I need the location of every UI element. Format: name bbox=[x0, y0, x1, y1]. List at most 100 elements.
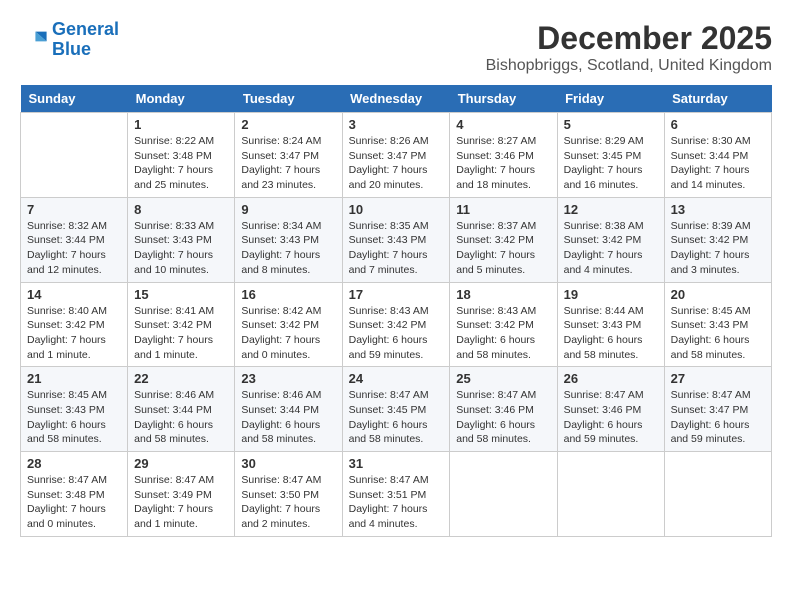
calendar-cell: 12Sunrise: 8:38 AMSunset: 3:42 PMDayligh… bbox=[557, 197, 664, 282]
cell-info: Sunrise: 8:24 AMSunset: 3:47 PMDaylight:… bbox=[241, 134, 335, 193]
cell-info: Sunrise: 8:43 AMSunset: 3:42 PMDaylight:… bbox=[456, 304, 550, 363]
logo-icon bbox=[20, 26, 48, 54]
date-number: 23 bbox=[241, 371, 335, 386]
date-number: 28 bbox=[27, 456, 121, 471]
date-number: 3 bbox=[349, 117, 444, 132]
date-number: 5 bbox=[564, 117, 658, 132]
cell-info: Sunrise: 8:45 AMSunset: 3:43 PMDaylight:… bbox=[27, 388, 121, 447]
calendar-cell: 10 Sunrise: 8:35 AMSunset: 3:43 PMDayligh… bbox=[342, 197, 450, 282]
date-number: 30 bbox=[241, 456, 335, 471]
cell-info: Sunrise: 8:47 AMSunset: 3:46 PMDaylight:… bbox=[456, 388, 550, 447]
logo-line2: Blue bbox=[52, 39, 91, 59]
cell-info: Sunrise: 8:30 AMSunset: 3:44 PMDaylight:… bbox=[671, 134, 765, 193]
calendar-cell: 18Sunrise: 8:43 AMSunset: 3:42 PMDayligh… bbox=[450, 282, 557, 367]
cell-info: Sunrise: 8:46 AMSunset: 3:44 PMDaylight:… bbox=[241, 388, 335, 447]
date-number: 4 bbox=[456, 117, 550, 132]
calendar-cell: 19Sunrise: 8:44 AMSunset: 3:43 PMDayligh… bbox=[557, 282, 664, 367]
calendar-cell: 8Sunrise: 8:33 AMSunset: 3:43 PMDaylight… bbox=[128, 197, 235, 282]
day-header-friday: Friday bbox=[557, 85, 664, 113]
location-title: Bishopbriggs, Scotland, United Kingdom bbox=[486, 57, 772, 75]
calendar-cell: 28 Sunrise: 8:47 AMSunset: 3:48 PMDayligh… bbox=[21, 452, 128, 537]
cell-info: Sunrise: 8:47 AMSunset: 3:49 PMDaylight:… bbox=[134, 473, 228, 532]
day-header-row: SundayMondayTuesdayWednesdayThursdayFrid… bbox=[21, 85, 772, 113]
date-number: 10 bbox=[349, 202, 444, 217]
calendar-cell: 4 Sunrise: 8:27 AMSunset: 3:46 PMDaylight… bbox=[450, 113, 557, 198]
cell-info: Sunrise: 8:47 AMSunset: 3:46 PMDaylight:… bbox=[564, 388, 658, 447]
cell-info: Sunrise: 8:47 AMSunset: 3:45 PMDaylight:… bbox=[349, 388, 444, 447]
cell-info: Sunrise: 8:27 AMSunset: 3:46 PMDaylight:… bbox=[456, 134, 550, 193]
date-number: 26 bbox=[564, 371, 658, 386]
date-number: 11 bbox=[456, 202, 550, 217]
calendar-cell: 21 Sunrise: 8:45 AMSunset: 3:43 PMDayligh… bbox=[21, 367, 128, 452]
calendar-cell: 6 Sunrise: 8:30 AMSunset: 3:44 PMDaylight… bbox=[664, 113, 771, 198]
day-header-sunday: Sunday bbox=[21, 85, 128, 113]
logo: General Blue bbox=[20, 20, 119, 60]
calendar-cell: 5 Sunrise: 8:29 AMSunset: 3:45 PMDaylight… bbox=[557, 113, 664, 198]
cell-info: Sunrise: 8:39 AMSunset: 3:42 PMDaylight:… bbox=[671, 219, 765, 278]
calendar-cell: 15 Sunrise: 8:41 AMSunset: 3:42 PMDayligh… bbox=[128, 282, 235, 367]
calendar-cell: 2 Sunrise: 8:24 AMSunset: 3:47 PMDaylight… bbox=[235, 113, 342, 198]
date-number: 1 bbox=[134, 117, 228, 132]
day-header-wednesday: Wednesday bbox=[342, 85, 450, 113]
cell-info: Sunrise: 8:26 AMSunset: 3:47 PMDaylight:… bbox=[349, 134, 444, 193]
date-number: 25 bbox=[456, 371, 550, 386]
calendar-week-5: 28 Sunrise: 8:47 AMSunset: 3:48 PMDayligh… bbox=[21, 452, 772, 537]
cell-info: Sunrise: 8:32 AMSunset: 3:44 PMDaylight:… bbox=[27, 219, 121, 278]
calendar-cell: 14Sunrise: 8:40 AMSunset: 3:42 PMDayligh… bbox=[21, 282, 128, 367]
cell-info: Sunrise: 8:45 AMSunset: 3:43 PMDaylight:… bbox=[671, 304, 765, 363]
calendar-cell: 29Sunrise: 8:47 AMSunset: 3:49 PMDayligh… bbox=[128, 452, 235, 537]
cell-info: Sunrise: 8:35 AMSunset: 3:43 PMDaylight:… bbox=[349, 219, 444, 278]
month-title: December 2025 bbox=[486, 20, 772, 57]
calendar-cell: 13 Sunrise: 8:39 AMSunset: 3:42 PMDayligh… bbox=[664, 197, 771, 282]
calendar-cell: 16 Sunrise: 8:42 AMSunset: 3:42 PMDayligh… bbox=[235, 282, 342, 367]
cell-info: Sunrise: 8:41 AMSunset: 3:42 PMDaylight:… bbox=[134, 304, 228, 363]
cell-info: Sunrise: 8:29 AMSunset: 3:45 PMDaylight:… bbox=[564, 134, 658, 193]
date-number: 9 bbox=[241, 202, 335, 217]
cell-info: Sunrise: 8:47 AMSunset: 3:48 PMDaylight:… bbox=[27, 473, 121, 532]
date-number: 19 bbox=[564, 287, 658, 302]
date-number: 2 bbox=[241, 117, 335, 132]
calendar-cell: 7 Sunrise: 8:32 AMSunset: 3:44 PMDaylight… bbox=[21, 197, 128, 282]
calendar-week-1: 1 Sunrise: 8:22 AMSunset: 3:48 PMDaylight… bbox=[21, 113, 772, 198]
date-number: 7 bbox=[27, 202, 121, 217]
calendar-cell: 20Sunrise: 8:45 AMSunset: 3:43 PMDayligh… bbox=[664, 282, 771, 367]
calendar-cell: 1 Sunrise: 8:22 AMSunset: 3:48 PMDaylight… bbox=[128, 113, 235, 198]
date-number: 27 bbox=[671, 371, 765, 386]
cell-info: Sunrise: 8:37 AMSunset: 3:42 PMDaylight:… bbox=[456, 219, 550, 278]
calendar-cell: 30 Sunrise: 8:47 AMSunset: 3:50 PMDayligh… bbox=[235, 452, 342, 537]
calendar-cell bbox=[557, 452, 664, 537]
cell-info: Sunrise: 8:47 AMSunset: 3:50 PMDaylight:… bbox=[241, 473, 335, 532]
logo-text: General Blue bbox=[52, 20, 119, 60]
calendar-cell: 27 Sunrise: 8:47 AMSunset: 3:47 PMDayligh… bbox=[664, 367, 771, 452]
calendar-week-2: 7 Sunrise: 8:32 AMSunset: 3:44 PMDaylight… bbox=[21, 197, 772, 282]
date-number: 21 bbox=[27, 371, 121, 386]
calendar-table: SundayMondayTuesdayWednesdayThursdayFrid… bbox=[20, 85, 772, 537]
calendar-cell: 23 Sunrise: 8:46 AMSunset: 3:44 PMDayligh… bbox=[235, 367, 342, 452]
calendar-week-4: 21 Sunrise: 8:45 AMSunset: 3:43 PMDayligh… bbox=[21, 367, 772, 452]
logo-line1: General bbox=[52, 19, 119, 39]
calendar-cell: 26 Sunrise: 8:47 AMSunset: 3:46 PMDayligh… bbox=[557, 367, 664, 452]
day-header-tuesday: Tuesday bbox=[235, 85, 342, 113]
date-number: 13 bbox=[671, 202, 765, 217]
cell-info: Sunrise: 8:42 AMSunset: 3:42 PMDaylight:… bbox=[241, 304, 335, 363]
day-header-thursday: Thursday bbox=[450, 85, 557, 113]
calendar-cell bbox=[664, 452, 771, 537]
date-number: 15 bbox=[134, 287, 228, 302]
cell-info: Sunrise: 8:47 AMSunset: 3:47 PMDaylight:… bbox=[671, 388, 765, 447]
date-number: 12 bbox=[564, 202, 658, 217]
day-header-saturday: Saturday bbox=[664, 85, 771, 113]
calendar-cell: 31Sunrise: 8:47 AMSunset: 3:51 PMDayligh… bbox=[342, 452, 450, 537]
cell-info: Sunrise: 8:22 AMSunset: 3:48 PMDaylight:… bbox=[134, 134, 228, 193]
cell-info: Sunrise: 8:47 AMSunset: 3:51 PMDaylight:… bbox=[349, 473, 444, 532]
calendar-cell: 17Sunrise: 8:43 AMSunset: 3:42 PMDayligh… bbox=[342, 282, 450, 367]
cell-info: Sunrise: 8:40 AMSunset: 3:42 PMDaylight:… bbox=[27, 304, 121, 363]
page-header: General Blue December 2025 Bishopbriggs,… bbox=[20, 20, 772, 75]
calendar-cell: 11 Sunrise: 8:37 AMSunset: 3:42 PMDayligh… bbox=[450, 197, 557, 282]
date-number: 6 bbox=[671, 117, 765, 132]
calendar-cell bbox=[21, 113, 128, 198]
cell-info: Sunrise: 8:46 AMSunset: 3:44 PMDaylight:… bbox=[134, 388, 228, 447]
date-number: 16 bbox=[241, 287, 335, 302]
title-block: December 2025 Bishopbriggs, Scotland, Un… bbox=[486, 20, 772, 75]
cell-info: Sunrise: 8:33 AMSunset: 3:43 PMDaylight:… bbox=[134, 219, 228, 278]
date-number: 24 bbox=[349, 371, 444, 386]
